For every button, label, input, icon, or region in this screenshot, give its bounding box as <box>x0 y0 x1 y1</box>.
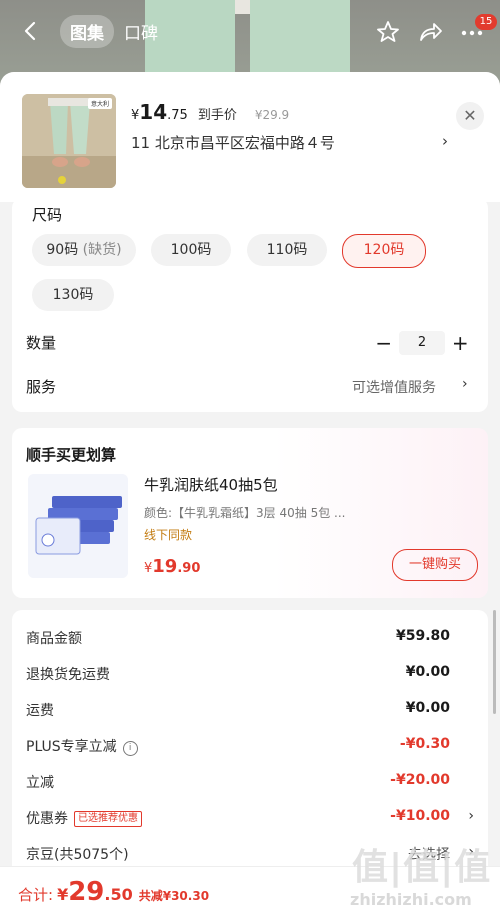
bundle-price-currency: ¥ <box>144 561 153 576</box>
summary-label: PLUS专享立减 i <box>26 736 138 756</box>
price-currency: ¥ <box>131 108 140 123</box>
info-icon[interactable]: i <box>122 741 138 756</box>
purchase-sheet: 意大利 ¥ 14 .75 到手价 ¥29.9 11 北京市昌平区宏福中路４号 ›… <box>0 72 500 920</box>
quantity-label: 数量 <box>26 334 57 352</box>
summary-label: 退换货免运费 <box>26 667 110 683</box>
thumbnail-tag: 意大利 <box>87 98 112 109</box>
summary-row-goods: 商品金额 ¥59.80 <box>26 628 476 650</box>
bundle-price-integer: 19 <box>152 556 178 577</box>
bundle-product-tag: 线下同款 <box>144 528 193 542</box>
coupon-label: 优惠券 <box>26 811 68 827</box>
price-decimal: .75 <box>167 108 188 123</box>
sheet-header: 意大利 ¥ 14 .75 到手价 ¥29.9 11 北京市昌平区宏福中路４号 ›… <box>0 72 500 202</box>
close-icon[interactable]: ✕ <box>456 102 484 130</box>
back-icon[interactable] <box>18 18 44 44</box>
chevron-right-icon[interactable]: › <box>468 808 474 824</box>
bundle-price: ¥ 19 .90 <box>144 556 200 577</box>
price-note: 到手价 <box>197 108 237 123</box>
quantity-stepper: − 2 + <box>372 330 472 356</box>
summary-row-coupon[interactable]: 优惠券 已选推荐优惠 -¥10.00 › <box>26 808 476 830</box>
bundle-product-name[interactable]: 牛乳润肤纸40抽5包 <box>144 474 278 495</box>
summary-value: -¥0.30 <box>399 736 450 752</box>
summary-row-plus-discount: PLUS专享立减 i -¥0.30 <box>26 736 476 758</box>
coupon-recommended-tag: 已选推荐优惠 <box>74 811 142 827</box>
media-tabs: 图集 口碑 <box>60 14 168 48</box>
top-nav: 图集 口碑 15 <box>0 14 500 50</box>
bundle-price-decimal: .90 <box>177 561 201 576</box>
options-card: 尺码 90码 (缺货) 100码 110码 120码 130码 数量 − 2 +… <box>12 198 488 412</box>
quantity-minus-button[interactable]: − <box>372 331 395 355</box>
service-value[interactable]: 可选增值服务 <box>352 377 436 397</box>
total-currency: ¥ <box>57 885 69 904</box>
chevron-right-icon[interactable]: › <box>462 376 468 392</box>
size-option-label: 90码 <box>46 242 79 258</box>
bundle-product-image[interactable] <box>28 474 128 578</box>
star-icon[interactable] <box>374 18 402 46</box>
summary-value: ¥59.80 <box>395 628 450 644</box>
summary-value: -¥20.00 <box>390 772 450 788</box>
delivery-address[interactable]: 11 北京市昌平区宏福中路４号 <box>131 132 335 153</box>
summary-label: 运费 <box>26 703 54 719</box>
share-icon[interactable] <box>416 18 444 46</box>
site-watermark: 值|值|值 <box>352 847 492 888</box>
total-price: 合计: ¥ 29 .50 共减¥30.30 <box>18 877 209 907</box>
tab-reviews[interactable]: 口碑 <box>114 15 168 48</box>
one-click-buy-button[interactable]: 一键购买 <box>392 549 478 581</box>
size-option-note: (缺货) <box>82 242 122 258</box>
price-row: ¥ 14 .75 到手价 ¥29.9 <box>131 100 289 124</box>
bundle-card: 顺手买更划算 牛乳润肤纸40抽5包 颜色:【牛乳乳霜纸】3层 40抽 5包 ..… <box>12 428 488 598</box>
plus-discount-label: PLUS专享立减 <box>26 739 117 755</box>
bundle-title: 顺手买更划算 <box>26 446 117 464</box>
summary-label: 优惠券 已选推荐优惠 <box>26 808 142 828</box>
summary-value: ¥0.00 <box>405 700 450 716</box>
size-option-130[interactable]: 130码 <box>32 279 114 311</box>
tab-gallery[interactable]: 图集 <box>60 14 114 48</box>
price-integer: 14 <box>139 100 168 124</box>
summary-label: 京豆(共5075个) <box>26 847 129 863</box>
total-integer: 29 <box>68 877 105 907</box>
summary-row-return-shipping: 退换货免运费 ¥0.00 <box>26 664 476 686</box>
total-label: 合计: <box>18 886 54 904</box>
summary-value: ¥0.00 <box>405 664 450 680</box>
summary-label: 商品金额 <box>26 631 82 647</box>
total-saving: 共减¥30.30 <box>138 889 210 903</box>
summary-row-shipping: 运费 ¥0.00 <box>26 700 476 722</box>
summary-label: 立减 <box>26 775 54 791</box>
original-price: ¥29.9 <box>254 108 290 122</box>
total-decimal: .50 <box>104 885 133 904</box>
site-watermark-url: zhizhizhi.com <box>350 890 472 909</box>
chevron-right-icon[interactable]: › <box>442 132 448 150</box>
quantity-input[interactable]: 2 <box>399 331 445 355</box>
size-option-110[interactable]: 110码 <box>247 234 327 266</box>
service-label: 服务 <box>26 378 57 396</box>
size-option-100[interactable]: 100码 <box>151 234 231 266</box>
size-option-120[interactable]: 120码 <box>342 234 426 268</box>
size-title: 尺码 <box>32 206 63 224</box>
summary-row-instant-discount: 立减 -¥20.00 <box>26 772 476 794</box>
message-count-badge: 15 <box>475 14 497 30</box>
scrollbar[interactable] <box>493 610 496 714</box>
quantity-plus-button[interactable]: + <box>449 331 472 355</box>
product-thumbnail[interactable]: 意大利 <box>22 94 116 188</box>
size-option-90[interactable]: 90码 (缺货) <box>32 234 136 266</box>
summary-value: -¥10.00 <box>390 808 450 824</box>
bundle-product-spec: 颜色:【牛乳乳霜纸】3层 40抽 5包 ... <box>144 506 346 520</box>
